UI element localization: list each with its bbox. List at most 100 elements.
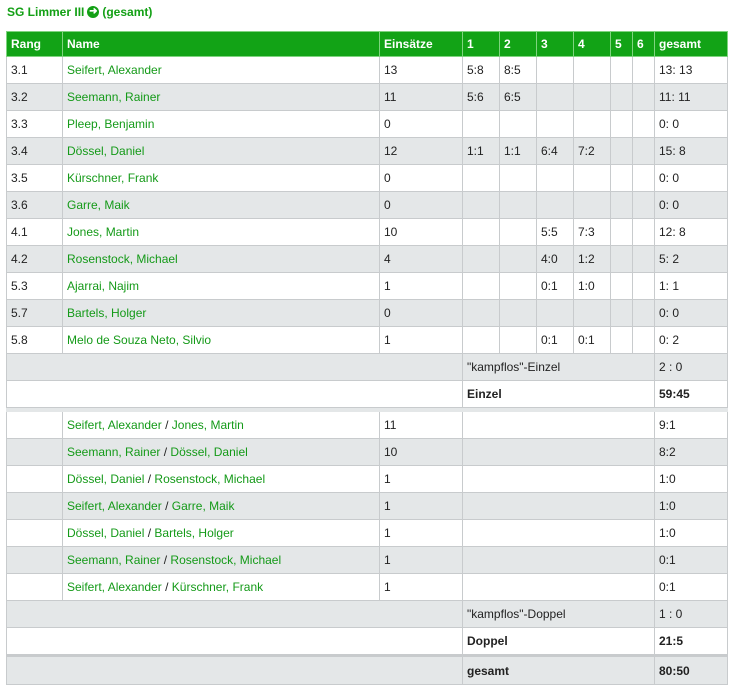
pair-separator: / [147,526,152,540]
round-cell [573,110,611,138]
doppel-total-row: Doppel 21:5 [6,627,728,656]
rang-cell: 3.2 [6,83,63,111]
round-cell [610,272,633,300]
rang-cell: 5.8 [6,326,63,354]
player-link[interactable]: Rosenstock, Michael [170,553,281,567]
round-cell: 0:1 [536,326,574,354]
gesamt-cell: 1:0 [654,465,728,493]
table-row: 3.5 Kürschner, Frank 0 0: 0 [6,164,728,192]
player-link[interactable]: Dössel, Daniel [67,144,144,158]
gesamt-cell: 0: 0 [654,110,728,138]
empty-cell [462,438,655,466]
pair-cell: Dössel, Daniel / Rosenstock, Michael [62,465,380,493]
player-link[interactable]: Dössel, Daniel [170,445,247,459]
round-cell [632,56,655,84]
rang-cell: 3.5 [6,164,63,192]
table-row: 3.1 Seifert, Alexander 13 5:8 8:5 13: 13 [6,56,728,84]
doppel-total-value: 21:5 [654,627,728,656]
player-link[interactable]: Garre, Maik [172,499,235,513]
player-link[interactable]: Garre, Maik [67,198,130,212]
gesamt-cell: 13: 13 [654,56,728,84]
einzel-total-value: 59:45 [654,380,728,408]
team-title: SG Limmer III ➜ (gesamt) [7,5,152,19]
gesamt-cell: 1:0 [654,519,728,547]
col-round-5: 5 [610,31,633,57]
player-link[interactable]: Rosenstock, Michael [67,252,178,266]
player-link[interactable]: Ajarrai, Najim [67,279,139,293]
table-row: 5.3 Ajarrai, Najim 1 0:1 1:0 1: 1 [6,272,728,300]
player-link[interactable]: Bartels, Holger [154,526,233,540]
gesamt-cell: 8:2 [654,438,728,466]
table-row: 5.7 Bartels, Holger 0 0: 0 [6,299,728,327]
player-link[interactable]: Seifert, Alexander [67,418,162,432]
empty-cell [6,573,63,601]
round-cell [632,137,655,165]
einsaetze-cell: 1 [379,546,463,574]
pair-separator: / [163,445,168,459]
player-link[interactable]: Seifert, Alexander [67,63,162,77]
round-cell [610,110,633,138]
round-cell [462,164,500,192]
gesamt-cell: 1: 1 [654,272,728,300]
rang-cell: 3.1 [6,56,63,84]
rang-cell: 4.1 [6,218,63,246]
table-row: Dössel, Daniel / Bartels, Holger 1 1:0 [6,519,728,547]
pair-separator: / [165,499,169,513]
einzel-total-row: Einzel 59:45 [6,380,728,408]
round-cell [536,299,574,327]
name-cell: Garre, Maik [62,191,380,219]
player-link[interactable]: Seemann, Rainer [67,90,160,104]
gesamt-cell: 12: 8 [654,218,728,246]
player-link[interactable]: Seifert, Alexander [67,499,162,513]
table-row: Dössel, Daniel / Rosenstock, Michael 1 1… [6,465,728,493]
table-row: 4.1 Jones, Martin 10 5:5 7:3 12: 8 [6,218,728,246]
round-cell [632,272,655,300]
round-cell [499,326,537,354]
table-row: Seifert, Alexander / Kürschner, Frank 1 … [6,573,728,601]
player-link[interactable]: Melo de Souza Neto, Silvio [67,333,211,347]
round-cell [499,272,537,300]
team-link[interactable]: SG Limmer III [7,5,84,19]
name-cell: Seemann, Rainer [62,83,380,111]
einsaetze-cell: 1 [379,272,463,300]
pair-cell: Seemann, Rainer / Rosenstock, Michael [62,546,380,574]
einsaetze-cell: 10 [379,218,463,246]
table-row: 3.3 Pleep, Benjamin 0 0: 0 [6,110,728,138]
round-cell: 0:1 [536,272,574,300]
round-cell [499,218,537,246]
player-link[interactable]: Rosenstock, Michael [154,472,265,486]
player-link[interactable]: Jones, Martin [172,418,244,432]
col-round-3: 3 [536,31,574,57]
empty-cell [6,519,63,547]
round-cell [462,326,500,354]
round-cell [632,164,655,192]
pair-cell: Dössel, Daniel / Bartels, Holger [62,519,380,547]
einsaetze-cell: 1 [379,465,463,493]
player-link[interactable]: Kürschner, Frank [67,171,158,185]
empty-cell [462,546,655,574]
einsaetze-cell: 0 [379,110,463,138]
round-cell [536,110,574,138]
round-cell: 5:6 [462,83,500,111]
rang-cell: 5.3 [6,272,63,300]
player-link[interactable]: Jones, Martin [67,225,139,239]
round-cell: 5:8 [462,56,500,84]
player-link[interactable]: Dössel, Daniel [67,526,144,540]
player-link[interactable]: Dössel, Daniel [67,472,144,486]
table-row: 3.4 Dössel, Daniel 12 1:1 1:1 6:4 7:2 15… [6,137,728,165]
col-round-4: 4 [573,31,611,57]
round-cell [573,164,611,192]
player-link[interactable]: Pleep, Benjamin [67,117,154,131]
round-cell [462,245,500,273]
player-link[interactable]: Seifert, Alexander [67,580,162,594]
pair-separator: / [165,418,169,432]
player-link[interactable]: Seemann, Rainer [67,445,160,459]
einsaetze-cell: 1 [379,492,463,520]
player-link[interactable]: Bartels, Holger [67,306,146,320]
name-cell: Dössel, Daniel [62,137,380,165]
player-link[interactable]: Seemann, Rainer [67,553,160,567]
player-link[interactable]: Kürschner, Frank [172,580,263,594]
empty-cell [462,411,655,439]
gesamt-cell: 0:1 [654,573,728,601]
name-cell: Bartels, Holger [62,299,380,327]
